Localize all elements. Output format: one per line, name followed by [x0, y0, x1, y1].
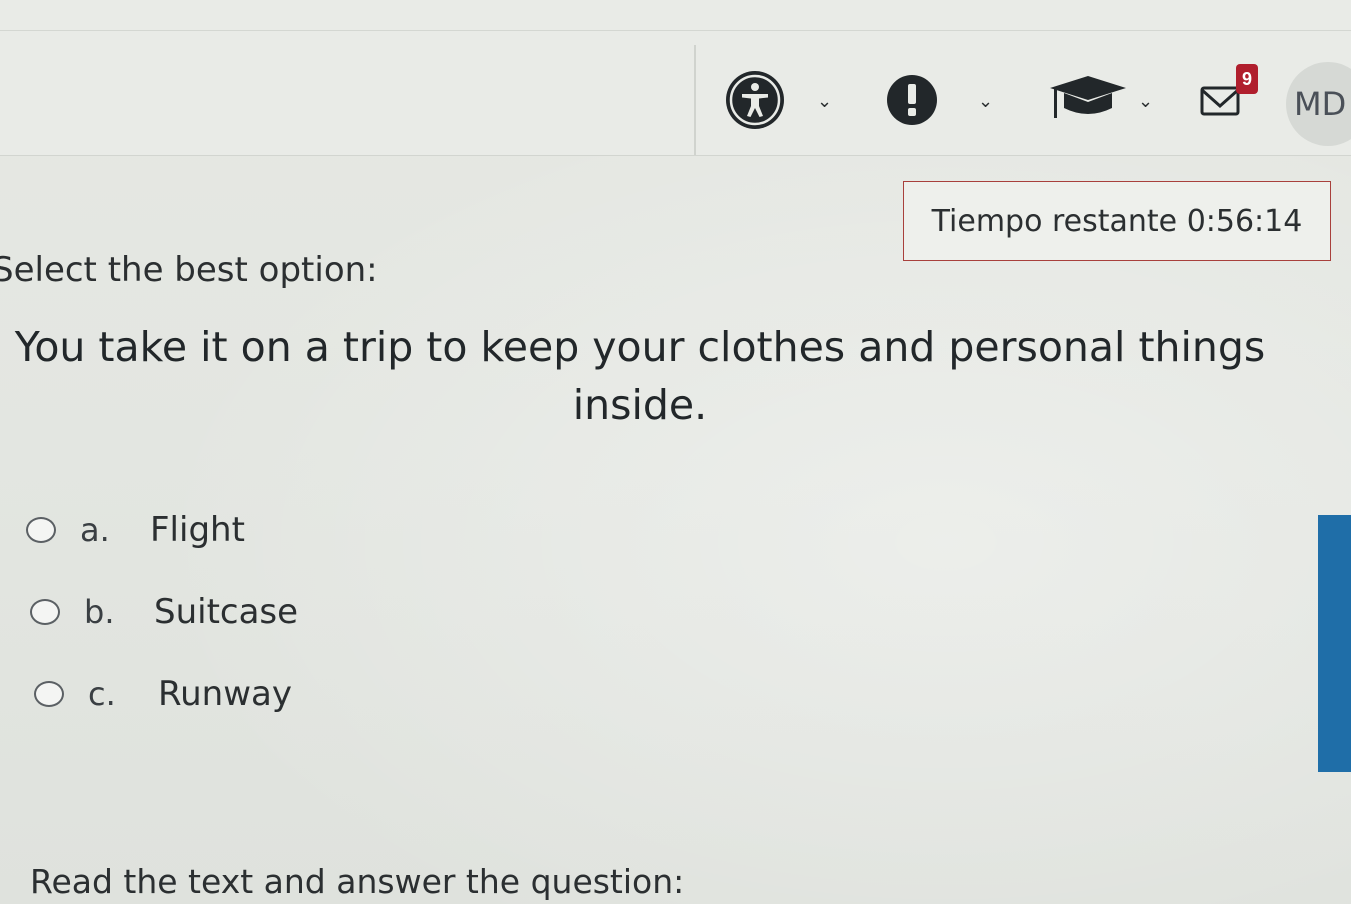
question-text: You take it on a trip to keep your cloth…	[14, 323, 1266, 429]
courses-chevron-down-icon[interactable]: ⌄	[1138, 91, 1153, 112]
option-c[interactable]: c. Runway	[34, 674, 292, 714]
courses-menu[interactable]	[1048, 72, 1128, 128]
alerts-chevron-down-icon[interactable]: ⌄	[978, 91, 993, 112]
option-a-radio[interactable]	[26, 517, 56, 543]
question-instruction: Select the best option:	[0, 250, 378, 290]
alerts-menu[interactable]	[886, 74, 938, 126]
accessibility-icon	[726, 71, 784, 129]
timer-label: Tiempo restante	[931, 203, 1178, 239]
option-letter: b.	[84, 593, 115, 631]
accessibility-chevron-down-icon[interactable]: ⌄	[817, 91, 832, 112]
envelope-icon	[1200, 86, 1240, 116]
messages-button[interactable]	[1200, 84, 1240, 118]
nav-divider	[694, 45, 696, 155]
graduation-cap-icon	[1050, 76, 1126, 118]
option-c-radio[interactable]	[34, 681, 64, 707]
messages-count-badge: 9	[1236, 64, 1258, 94]
next-question-instruction: Read the text and answer the question:	[30, 862, 685, 901]
option-letter: c.	[88, 675, 116, 713]
option-letter: a.	[80, 511, 110, 549]
option-label: Suitcase	[154, 592, 299, 632]
time-remaining-box: Tiempo restante 0:56:14	[903, 181, 1331, 261]
exclamation-icon	[887, 75, 937, 125]
option-b[interactable]: b. Suitcase	[30, 592, 298, 632]
top-navigation-bar: ⌄ ⌄ ⌄ 9 MD	[0, 0, 1351, 156]
top-divider-line	[0, 30, 1351, 31]
user-avatar[interactable]: MD	[1286, 62, 1351, 146]
side-accent-bar	[1318, 515, 1351, 772]
option-a[interactable]: a. Flight	[26, 510, 245, 550]
accessibility-menu[interactable]	[725, 70, 785, 130]
option-label: Runway	[158, 674, 292, 714]
option-label: Flight	[150, 510, 245, 550]
timer-value: 0:56:14	[1186, 203, 1303, 239]
option-b-radio[interactable]	[30, 599, 60, 625]
